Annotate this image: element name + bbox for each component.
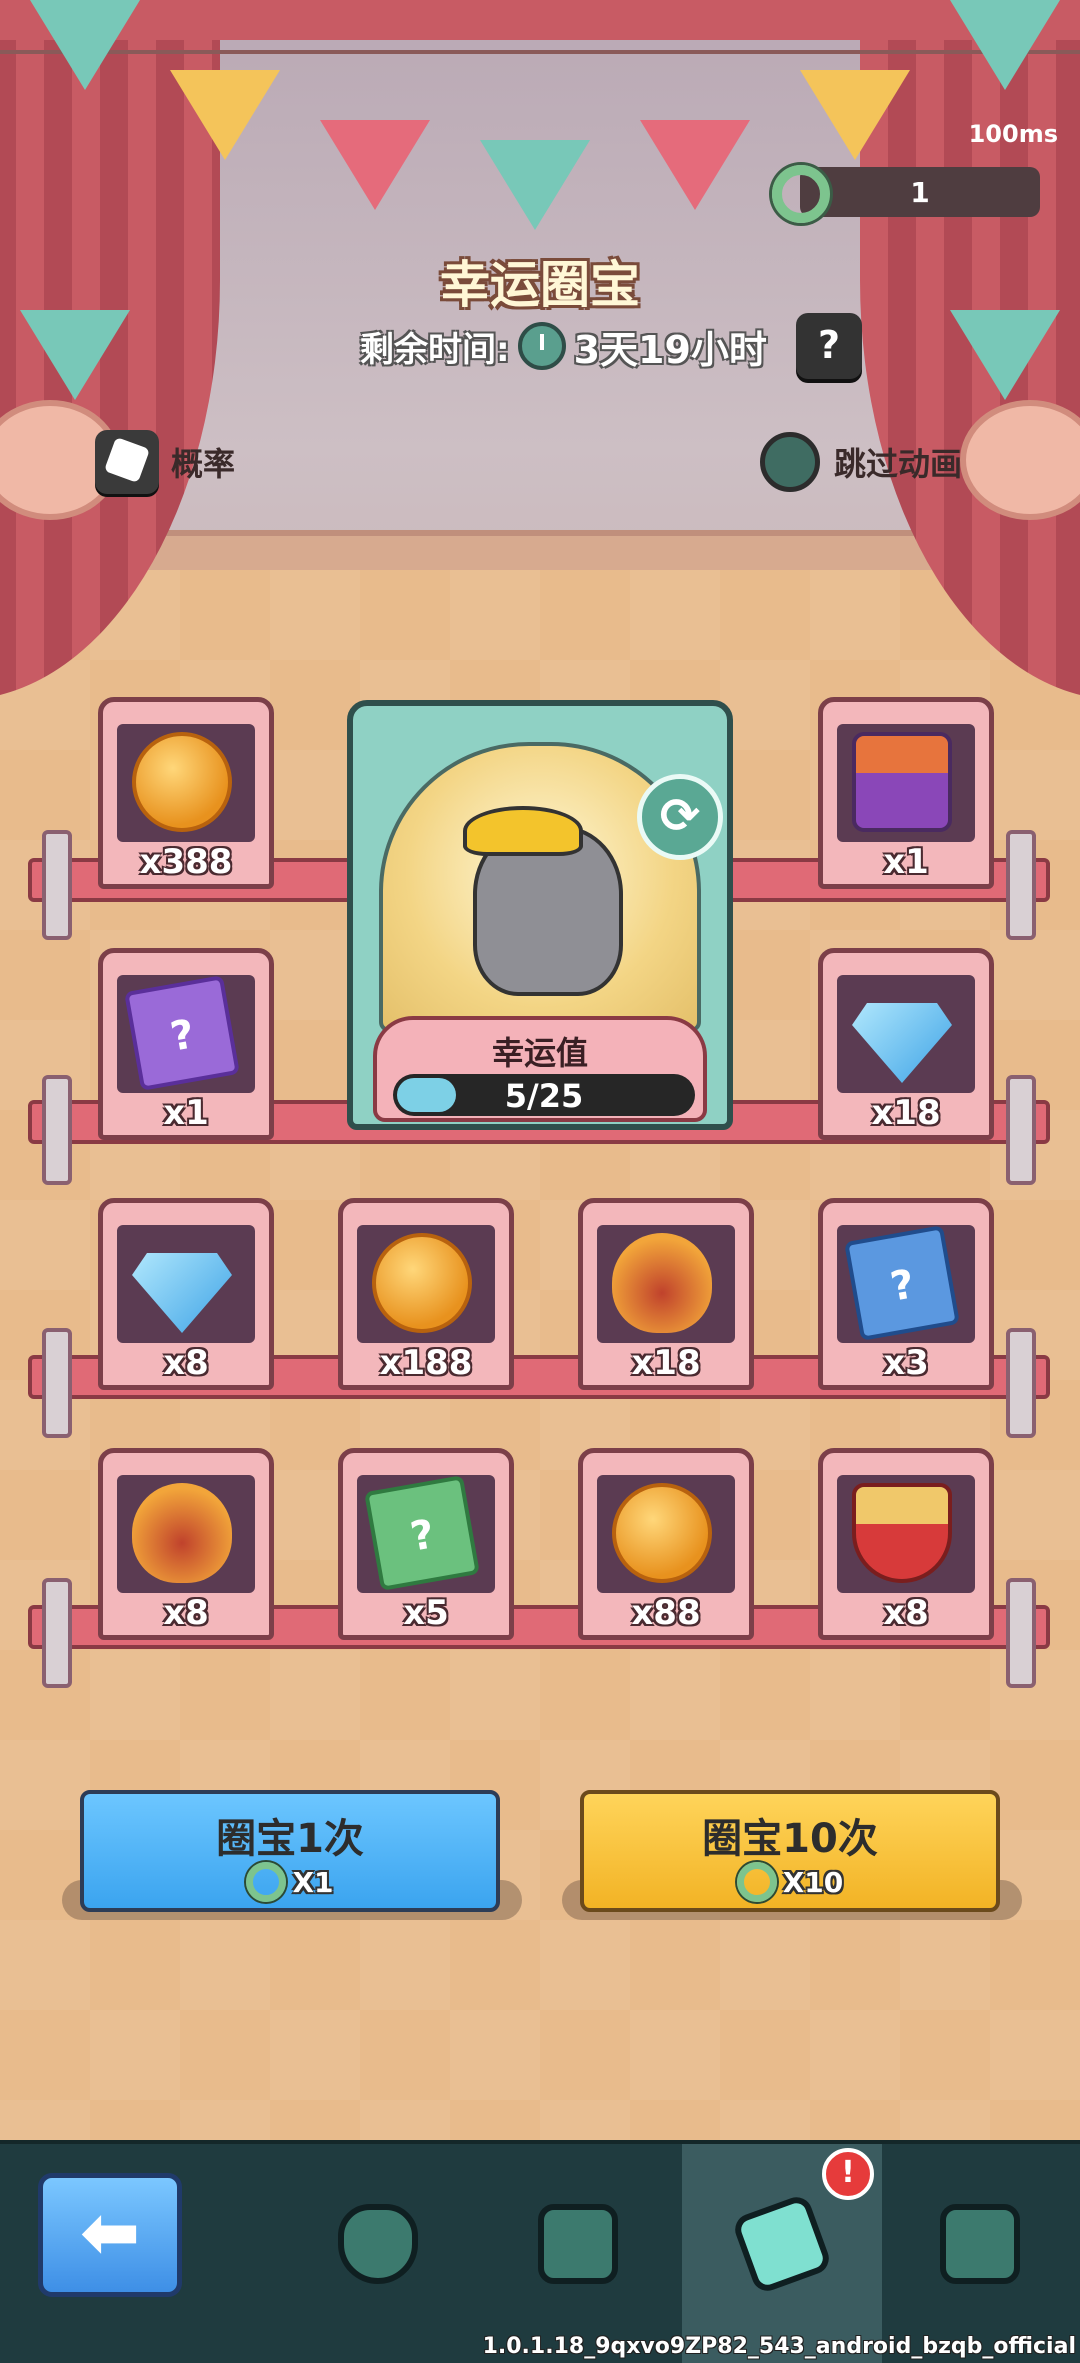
draw-once-cost-text: X1 <box>292 1865 334 1899</box>
shelf-post <box>1006 1578 1036 1688</box>
prize-count: x8 <box>883 1593 929 1633</box>
nav-item-gift[interactable] <box>880 2144 1080 2363</box>
draw-ten-cost: X10 <box>584 1862 996 1902</box>
pennant-flag <box>800 70 910 160</box>
shelf-post <box>42 1075 72 1185</box>
nav-item-calendar[interactable] <box>478 2144 678 2363</box>
prize-slot: ? x5 <box>338 1448 514 1640</box>
pennant-flag <box>30 0 140 90</box>
featured-prize-card: ⟳ 幸运值 5/25 <box>347 700 733 1130</box>
pennant-flag <box>950 310 1060 400</box>
draw-ten-cost-text: X10 <box>782 1865 844 1899</box>
stage-edge <box>60 530 1020 570</box>
pennant-flag <box>480 140 590 230</box>
prize-count: x188 <box>379 1343 473 1383</box>
skip-animation-label: 跳过动画 <box>834 445 963 483</box>
luck-label: 幸运值 <box>491 1034 588 1072</box>
food-bowl-icon <box>852 1483 952 1583</box>
draw-once-label: 圈宝1次 <box>216 1816 364 1862</box>
skip-animation-toggle[interactable]: 跳过动画 <box>760 432 962 492</box>
cat-food-can-icon <box>852 732 952 832</box>
prize-slot: x188 <box>338 1198 514 1390</box>
flame-cat-icon <box>612 1233 712 1333</box>
green-mystery-cards-icon: ? <box>364 1475 480 1591</box>
shelf-post <box>1006 1328 1036 1438</box>
prize-count: x8 <box>163 1593 209 1633</box>
prize-slot: x8 <box>98 1448 274 1640</box>
back-button[interactable]: ⬅ <box>38 2173 182 2297</box>
shelf-post <box>42 1578 72 1688</box>
help-button[interactable]: ? <box>796 313 862 379</box>
draw-ten-button[interactable]: 圈宝10次 X10 <box>580 1790 1000 1912</box>
prize-count: x388 <box>139 842 233 882</box>
shelf-post <box>1006 1075 1036 1185</box>
luck-panel: 幸运值 5/25 <box>373 1016 707 1122</box>
prize-slot: x1 <box>818 697 994 889</box>
gift-icon <box>940 2204 1020 2284</box>
ping-indicator: 100ms <box>968 120 1058 148</box>
paw-coin-icon <box>372 1233 472 1333</box>
nav-item-paw-shield[interactable] <box>278 2144 478 2363</box>
ring-currency-bar: 1 <box>800 167 1040 217</box>
probability-button[interactable]: 概率 <box>95 430 235 494</box>
toggle-circle <box>760 432 820 492</box>
shelf-post <box>42 830 72 940</box>
shelf-post <box>1006 830 1036 940</box>
pennant-flag <box>20 310 130 400</box>
refresh-button[interactable]: ⟳ <box>637 774 723 860</box>
shelf-post <box>42 1328 72 1438</box>
pennant-string <box>0 50 1080 54</box>
prize-count: x88 <box>631 1593 701 1633</box>
prize-count: x1 <box>883 842 929 882</box>
prize-slot: x388 <box>98 697 274 889</box>
prize-count: x3 <box>883 1343 929 1383</box>
dice-icon <box>95 430 159 494</box>
draw-ten-label: 圈宝10次 <box>702 1816 878 1862</box>
prize-count: x18 <box>631 1343 701 1383</box>
paw-shield-icon <box>338 2204 418 2284</box>
prize-slot: ? x1 <box>98 948 274 1140</box>
prize-count: x5 <box>403 1593 449 1633</box>
prize-count: x18 <box>871 1093 941 1133</box>
page-title: 幸运圈宝 <box>440 256 640 314</box>
prize-count: x1 <box>163 1093 209 1133</box>
pennant-flag <box>170 70 280 160</box>
prize-slot: ? x3 <box>818 1198 994 1390</box>
pennant-flag <box>320 120 430 210</box>
blue-mystery-cards-icon: ? <box>844 1225 960 1341</box>
miner-hat-icon <box>463 806 583 856</box>
back-arrow-icon: ⬅ <box>79 2190 141 2274</box>
remaining-time: 剩余时间: 3天19小时 <box>360 318 767 374</box>
clock-icon <box>517 322 566 370</box>
version-text: 1.0.1.18_9qxvo9ZP82_543_android_bzqb_off… <box>482 2334 1076 2359</box>
pennant-flag <box>950 0 1060 90</box>
luck-progress-bar: 5/25 <box>393 1074 695 1116</box>
flame-cat-icon <box>132 1483 232 1583</box>
prize-slot: x18 <box>578 1198 754 1390</box>
prize-slot: x8 <box>818 1448 994 1640</box>
curtain-valance <box>0 0 1080 40</box>
ring-currency-value: 1 <box>910 176 930 209</box>
draw-once-cost: X1 <box>84 1862 496 1902</box>
draw-once-button[interactable]: 圈宝1次 X1 <box>80 1790 500 1912</box>
prize-slot: x88 <box>578 1448 754 1640</box>
luck-progress-text: 5/25 <box>504 1077 584 1115</box>
pennant-flag <box>640 120 750 210</box>
prize-slot: x8 <box>98 1198 274 1390</box>
green-ring-icon <box>736 1862 777 1902</box>
green-ring-icon <box>772 165 830 223</box>
probability-label: 概率 <box>171 445 236 483</box>
purple-mystery-cards-icon: ? <box>124 975 240 1091</box>
alert-badge: ! <box>822 2148 874 2200</box>
prize-count: x8 <box>163 1343 209 1383</box>
remaining-time-value: 3天19小时 <box>573 327 767 372</box>
paw-coin-icon <box>132 732 232 832</box>
green-ring-icon <box>246 1862 287 1902</box>
remaining-time-label: 剩余时间: <box>360 329 510 370</box>
party-popper-icon <box>730 2192 834 2296</box>
paw-coin-icon <box>612 1483 712 1583</box>
calendar-icon <box>538 2204 618 2284</box>
prize-slot: x18 <box>818 948 994 1140</box>
